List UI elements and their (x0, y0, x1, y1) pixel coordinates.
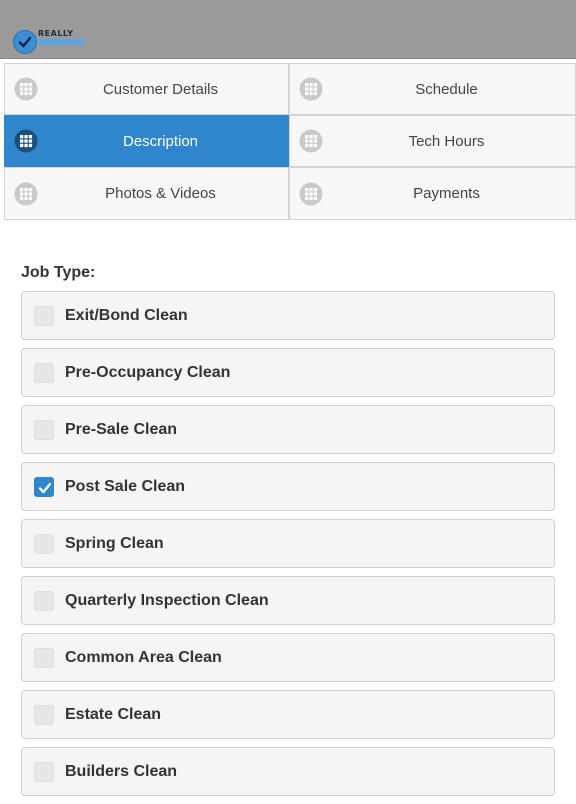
tab-photos-videos[interactable]: Photos & Videos (4, 167, 289, 220)
job-type-option-label: Pre-Sale Clean (65, 420, 178, 438)
tab-schedule[interactable]: Schedule (289, 63, 576, 115)
job-type-checkbox[interactable] (34, 705, 54, 725)
job-type-checkbox[interactable] (34, 363, 54, 383)
job-type-checkbox[interactable] (34, 648, 54, 668)
logo-bar (38, 39, 84, 45)
job-type-option-label: Post Sale Clean (65, 477, 186, 495)
tab-label: Customer Details (102, 80, 219, 98)
job-type-options: Exit/Bond Clean Pre-Occupancy Clean Pre-… (21, 291, 555, 804)
job-type-option-label: Pre-Occupancy Clean (65, 363, 231, 381)
tab-payments[interactable]: Payments (289, 167, 576, 220)
job-type-heading: Job Type: (21, 264, 96, 281)
section-tabs: Customer Details Schedule Description Te… (4, 63, 576, 220)
job-type-option-label: Spring Clean (65, 534, 164, 552)
job-type-option-label: Builders Clean (65, 762, 178, 780)
job-type-checkbox[interactable] (34, 477, 54, 497)
job-type-option[interactable]: Post Sale Clean (21, 462, 555, 511)
job-type-checkbox[interactable] (34, 762, 54, 782)
checkmark-icon (38, 482, 52, 494)
check-logo-icon (13, 30, 37, 54)
job-type-option[interactable]: Spring Clean (21, 519, 555, 568)
tab-label: Photos & Videos (105, 185, 216, 202)
job-type-checkbox[interactable] (34, 534, 54, 554)
job-type-option[interactable]: Exit/Bond Clean (21, 291, 555, 340)
job-type-option[interactable]: Pre-Occupancy Clean (21, 348, 555, 397)
tab-description[interactable]: Description (4, 115, 289, 167)
job-type-option[interactable]: Pre-Sale Clean (21, 405, 555, 454)
tab-label: Schedule (415, 80, 478, 98)
job-type-option-label: Quarterly Inspection Clean (65, 591, 269, 609)
tab-label: Tech Hours (408, 132, 485, 150)
job-type-option-label: Estate Clean (65, 705, 162, 723)
job-type-option[interactable]: Estate Clean (21, 690, 555, 739)
tab-label: Description (122, 132, 199, 150)
app-header: REALLY (0, 0, 576, 59)
tab-customer-details[interactable]: Customer Details (4, 63, 289, 115)
logo-text: REALLY (38, 29, 74, 38)
job-type-option-label: Common Area Clean (65, 648, 222, 666)
tab-tech-hours[interactable]: Tech Hours (289, 115, 576, 167)
job-type-checkbox[interactable] (34, 420, 54, 440)
job-type-option-label: Exit/Bond Clean (65, 306, 188, 324)
app-logo[interactable]: REALLY (13, 28, 87, 54)
job-type-checkbox[interactable] (34, 306, 54, 326)
job-type-option[interactable]: Builders Clean (21, 747, 555, 796)
job-type-checkbox[interactable] (34, 591, 54, 611)
tab-label: Payments (413, 185, 480, 202)
job-type-option[interactable]: Common Area Clean (21, 633, 555, 682)
job-type-option[interactable]: Quarterly Inspection Clean (21, 576, 555, 625)
